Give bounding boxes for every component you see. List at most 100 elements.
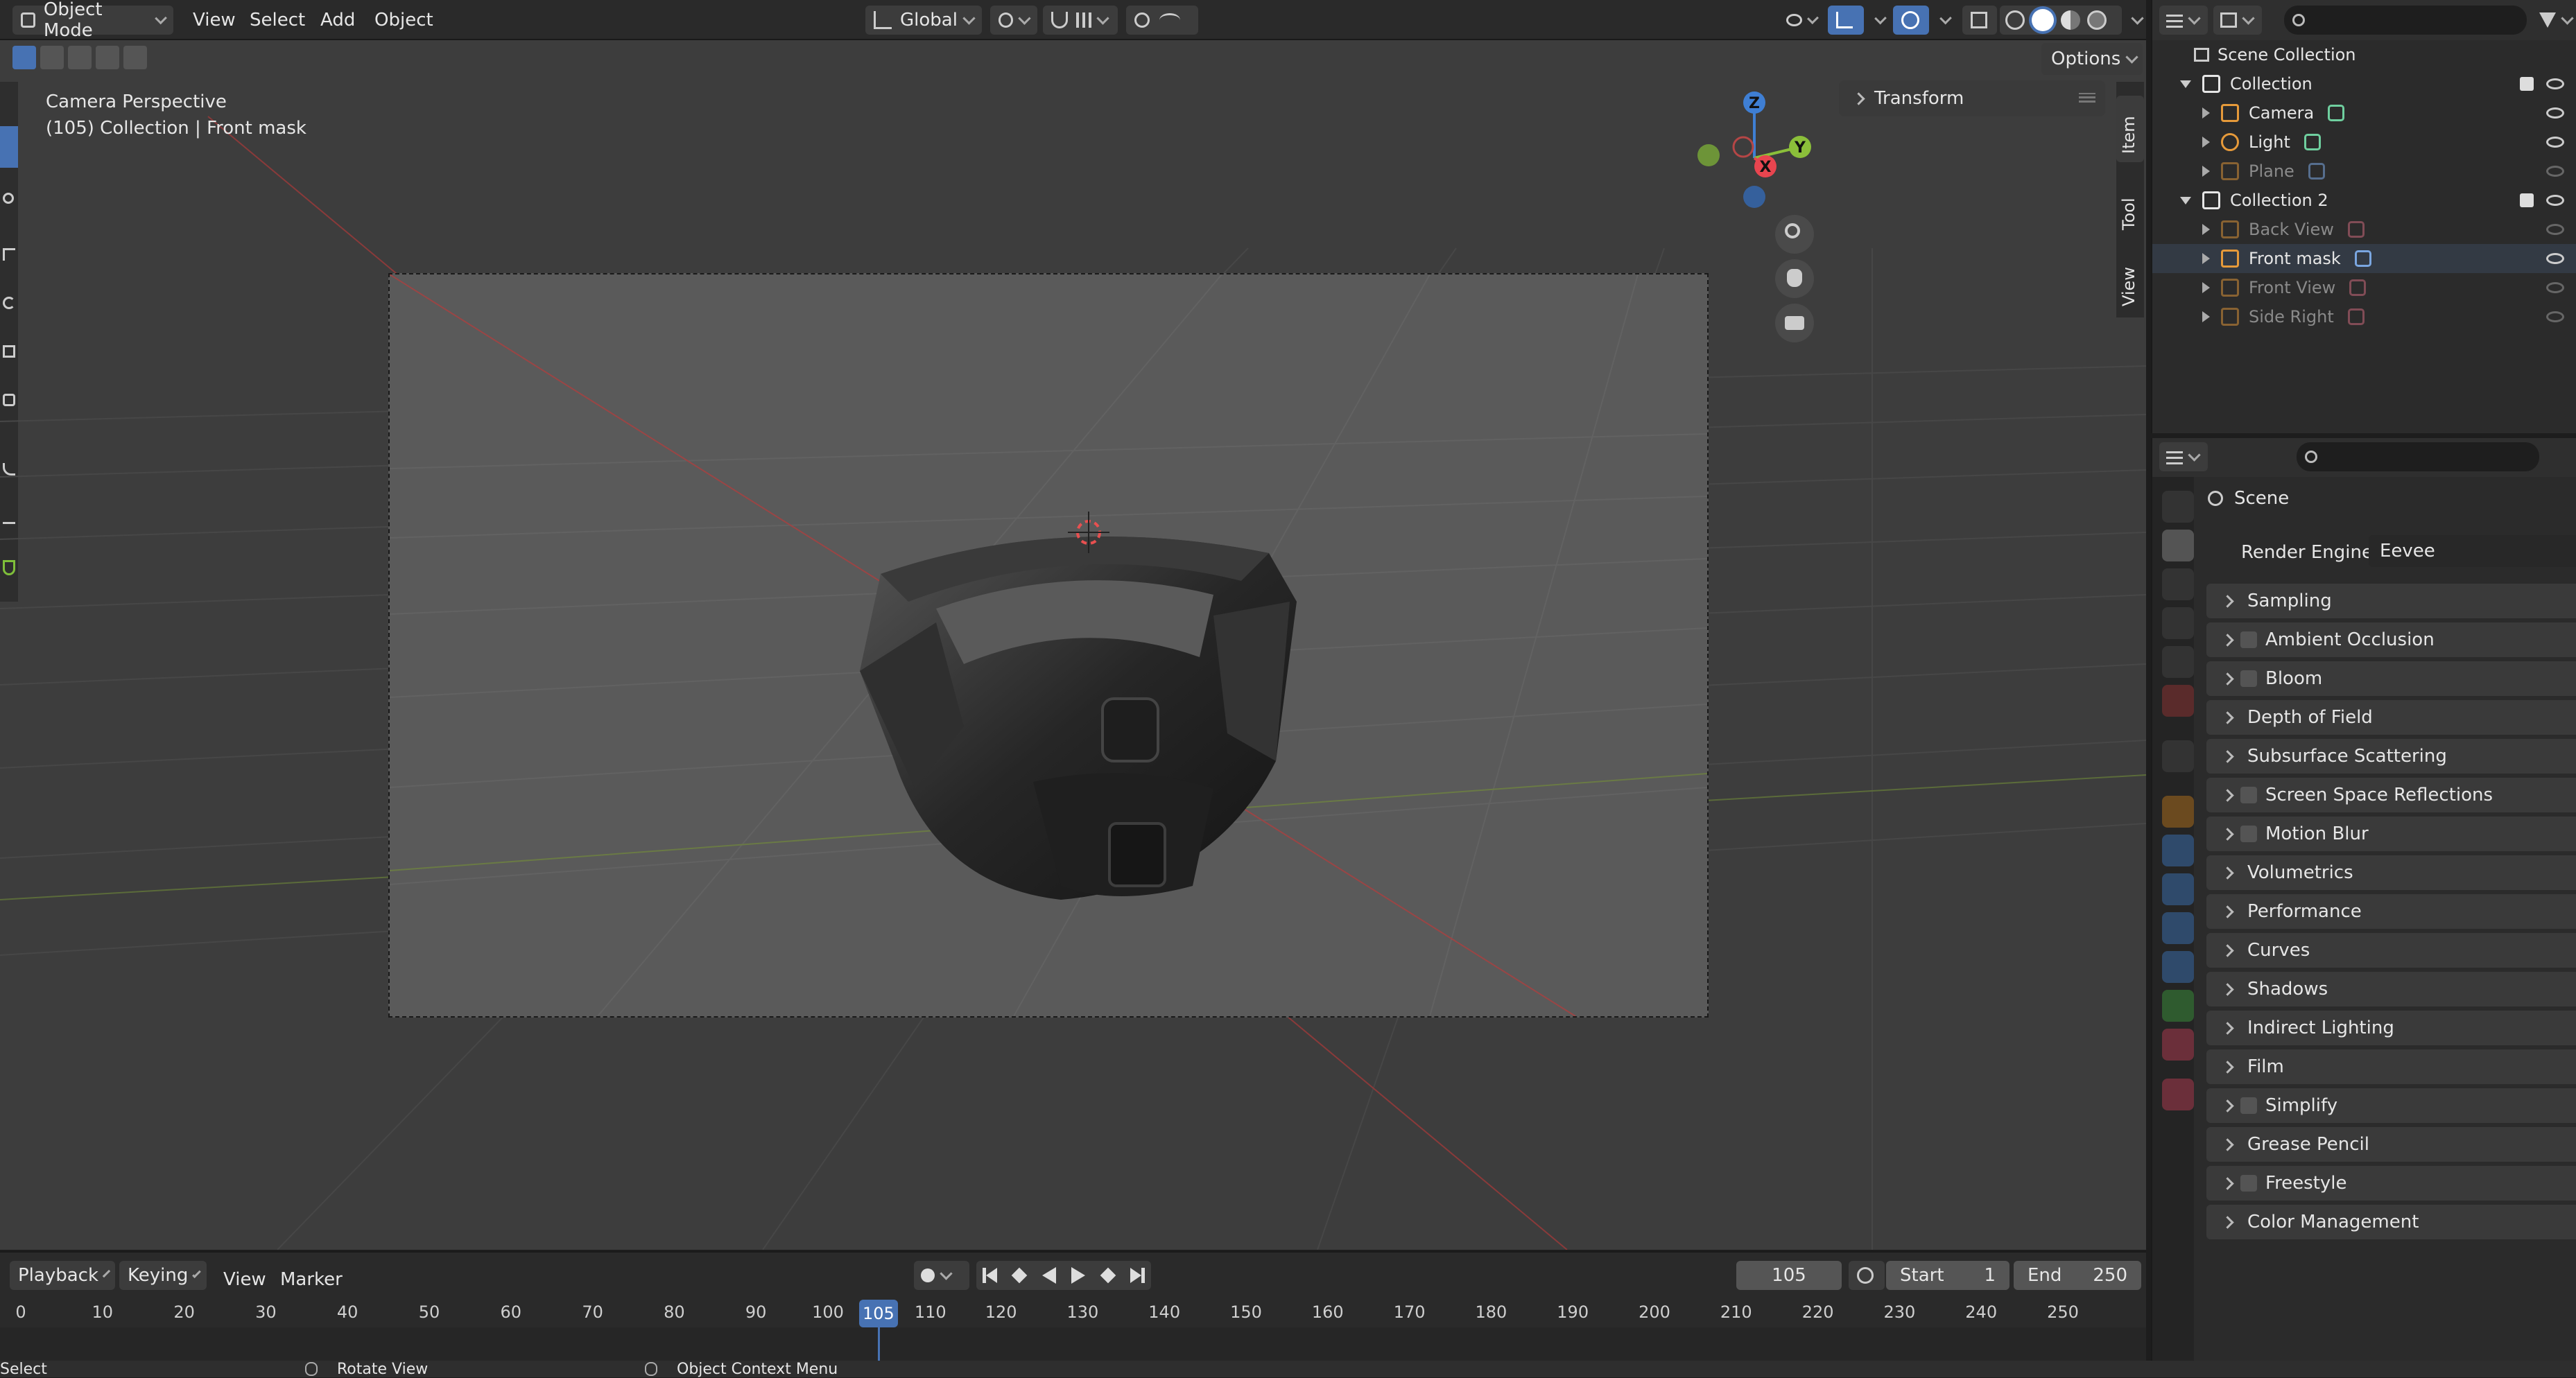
properties-search-input[interactable] — [2297, 442, 2539, 471]
menu-select[interactable]: Select — [250, 10, 305, 30]
outliner-row-front-view[interactable]: Front View — [2152, 273, 2576, 302]
data-badge-icon[interactable] — [2328, 105, 2345, 121]
overlays-options[interactable] — [1930, 6, 1954, 35]
play-reverse-icon[interactable] — [1041, 1267, 1056, 1284]
snap-toggle[interactable] — [1043, 6, 1118, 35]
expand-arrow-icon[interactable] — [2202, 166, 2210, 177]
rendered-shading-icon[interactable] — [2087, 10, 2107, 30]
panel-screen-space-reflections[interactable]: Screen Space Reflections — [2206, 778, 2576, 812]
panel-enable-checkbox[interactable] — [2240, 826, 2257, 842]
panel-shadows[interactable]: Shadows — [2206, 972, 2576, 1006]
render-engine-selector[interactable]: Eevee — [2369, 535, 2576, 567]
eye-icon[interactable] — [2546, 224, 2564, 235]
prev-keyframe-icon[interactable] — [1012, 1267, 1028, 1284]
physics-tab-icon[interactable] — [2162, 912, 2194, 944]
particles-tab-icon[interactable] — [2162, 873, 2194, 905]
panel-indirect-lighting[interactable]: Indirect Lighting — [2206, 1011, 2576, 1045]
tab-item[interactable]: Item — [2116, 96, 2144, 162]
tool-tab-icon[interactable] — [2162, 491, 2194, 523]
data-badge-icon[interactable] — [2303, 134, 2321, 150]
eye-icon[interactable] — [2546, 166, 2564, 177]
play-icon[interactable] — [1071, 1267, 1086, 1284]
modifier-tab-icon[interactable] — [2162, 835, 2194, 866]
timeline-menu-view[interactable]: View — [223, 1269, 266, 1290]
expand-arrow-icon[interactable] — [2202, 282, 2210, 293]
keying-menu[interactable]: Keying — [119, 1261, 207, 1290]
camera-view-icon[interactable] — [1775, 304, 1814, 342]
eye-icon[interactable] — [2546, 253, 2564, 264]
navigation-gizmo[interactable]: Z Y X — [1692, 89, 1817, 213]
outliner-root-row[interactable]: Scene Collection — [2152, 40, 2576, 69]
expand-arrow-icon[interactable] — [2202, 137, 2210, 148]
outliner-row-front-mask[interactable]: Front mask — [2152, 244, 2576, 273]
panel-volumetrics[interactable]: Volumetrics — [2206, 855, 2576, 890]
output-tab-icon[interactable] — [2162, 568, 2194, 600]
panel-curves[interactable]: Curves — [2206, 933, 2576, 968]
collapse-arrow-icon[interactable] — [2180, 196, 2191, 204]
start-frame-field[interactable]: Start 1 — [1886, 1261, 2009, 1290]
outliner-row-collection-2[interactable]: Collection 2 — [2152, 186, 2576, 215]
texture-tab-icon[interactable] — [2162, 1079, 2194, 1110]
panel-subsurface-scattering[interactable]: Subsurface Scattering — [2206, 739, 2576, 774]
solid-shading-icon[interactable] — [2032, 9, 2054, 31]
transform-orientation-selector[interactable]: Global — [865, 6, 982, 35]
shading-modes[interactable] — [2000, 6, 2122, 35]
panel-depth-of-field[interactable]: Depth of Field — [2206, 700, 2576, 735]
proportional-editing-toggle[interactable] — [1126, 6, 1198, 35]
exclude-checkbox[interactable] — [2520, 77, 2534, 91]
panel-bloom[interactable]: Bloom — [2206, 661, 2576, 696]
tab-tool[interactable]: Tool — [2116, 172, 2144, 238]
gizmo-neg-z-axis[interactable] — [1743, 186, 1765, 208]
pan-hand-icon[interactable] — [1775, 259, 1814, 298]
front-mask-object[interactable] — [853, 498, 1338, 927]
eye-icon[interactable] — [2546, 78, 2564, 89]
panel-color-management[interactable]: Color Management — [2206, 1205, 2576, 1239]
frame-ruler[interactable]: 0 10 20 30 40 50 60 70 80 90 100 110 120 130 140 150 160… — [0, 1302, 2146, 1330]
panel-simplify[interactable]: Simplify — [2206, 1088, 2576, 1123]
constraints-tab-icon[interactable] — [2162, 951, 2194, 983]
jump-end-icon[interactable] — [1130, 1268, 1141, 1283]
panel-freestyle[interactable]: Freestyle — [2206, 1166, 2576, 1201]
timeline-track-area[interactable] — [0, 1327, 2146, 1362]
outliner-row-back-view[interactable]: Back View — [2152, 215, 2576, 244]
outliner-search-input[interactable] — [2284, 6, 2527, 35]
current-frame-field[interactable]: 105 — [1736, 1261, 1842, 1290]
3d-cursor-icon[interactable] — [1068, 512, 1109, 553]
outliner-row-plane[interactable]: Plane — [2152, 157, 2576, 186]
tab-view[interactable]: View — [2116, 248, 2144, 315]
panel-enable-checkbox[interactable] — [2240, 670, 2257, 687]
overlays-toggle[interactable] — [1893, 6, 1929, 35]
material-tab-icon[interactable] — [2162, 1029, 2194, 1061]
transform-panel[interactable]: Transform — [1839, 80, 2105, 116]
collection-tab-icon[interactable] — [2162, 740, 2194, 772]
panel-film[interactable]: Film — [2206, 1049, 2576, 1084]
expand-arrow-icon[interactable] — [2202, 253, 2210, 264]
menu-object[interactable]: Object — [374, 10, 433, 30]
modifier-wrench-icon[interactable] — [2308, 163, 2325, 180]
data-badge-icon[interactable] — [2349, 279, 2367, 296]
properties-editor-type-selector[interactable] — [2159, 442, 2208, 471]
outliner-row-collection[interactable]: Collection — [2152, 69, 2576, 98]
timeline-menu-marker[interactable]: Marker — [280, 1269, 343, 1290]
expand-arrow-icon[interactable] — [2202, 311, 2210, 322]
outliner-row-camera[interactable]: Camera — [2152, 98, 2576, 128]
playback-menu[interactable]: Playback — [10, 1261, 115, 1290]
eye-icon[interactable] — [2546, 311, 2564, 322]
collapse-arrow-icon[interactable] — [2180, 80, 2191, 88]
panel-grease-pencil[interactable]: Grease Pencil — [2206, 1127, 2576, 1162]
menu-view[interactable]: View — [193, 10, 236, 30]
data-badge-icon[interactable] — [2347, 221, 2365, 238]
modifier-wrench-icon[interactable] — [2354, 250, 2371, 267]
menu-add[interactable]: Add — [320, 10, 355, 30]
exclude-checkbox[interactable] — [2520, 193, 2534, 207]
zoom-icon[interactable] — [1775, 215, 1814, 254]
eye-icon[interactable] — [2546, 282, 2564, 293]
outliner-row-side-right[interactable]: Side Right — [2152, 302, 2576, 331]
world-tab-icon[interactable] — [2162, 685, 2194, 717]
use-preview-range-toggle[interactable] — [1849, 1261, 1885, 1290]
record-button[interactable] — [914, 1261, 969, 1290]
playhead[interactable]: 105 — [858, 1300, 898, 1327]
gizmo-options[interactable] — [1865, 6, 1889, 35]
end-frame-field[interactable]: End 250 — [2014, 1261, 2141, 1290]
editor-type-selector[interactable] — [2159, 6, 2208, 35]
